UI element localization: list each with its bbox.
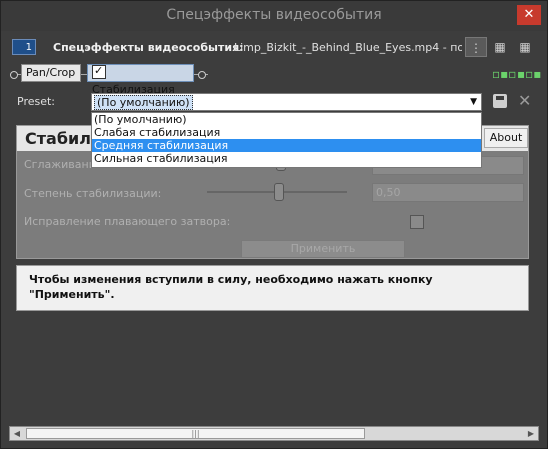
strength-value-field[interactable]: 0,50: [372, 183, 524, 202]
dropdown-arrow-icon[interactable]: ▼: [470, 94, 477, 110]
grid-view-icon[interactable]: ▦: [489, 37, 511, 57]
save-preset-icon[interactable]: [493, 94, 507, 108]
about-button[interactable]: About: [484, 128, 528, 148]
preset-label: Preset:: [17, 95, 56, 108]
plugin-stabilization[interactable]: Стабилизация: [87, 63, 194, 96]
plugin-chain-icon[interactable]: ▫▪▫: [492, 67, 516, 81]
plugin-pan-crop[interactable]: Pan/Crop: [21, 64, 81, 82]
preset-selected-value: (По умолчанию): [94, 95, 193, 110]
chain-start-node: [10, 71, 18, 79]
preset-dropdown-list: (По умолчанию) Слабая стабилизация Средн…: [91, 112, 482, 168]
window-title: Спецэффекты видеособытия: [166, 7, 382, 23]
preset-option[interactable]: Слабая стабилизация: [92, 126, 481, 139]
apply-button[interactable]: Применить: [241, 240, 405, 258]
plugin-chain-add-icon[interactable]: ▪▫▪: [517, 67, 541, 81]
video-event-badge[interactable]: 1: [12, 39, 36, 55]
preset-dropdown[interactable]: (По умолчанию) ▼: [91, 93, 482, 111]
strength-label: Степень стабилизации:: [24, 187, 162, 200]
rolling-shutter-label: Исправление плавающего затвора:: [24, 215, 231, 228]
apply-note: Чтобы изменения вступили в силу, необход…: [16, 265, 529, 311]
plugin-chain: Pan/Crop Стабилизация: [10, 63, 480, 96]
fx-header: 1 Спецэффекты видеособытия: Limp_Bizkit_…: [9, 37, 543, 59]
scroll-thumb[interactable]: |||: [26, 428, 365, 439]
fx-header-file: Limp_Bizkit_-_Behind_Blue_Eyes.mp4 - под: [234, 41, 462, 54]
preset-option[interactable]: (По умолчанию): [92, 113, 481, 126]
delete-preset-icon[interactable]: ✕: [518, 91, 531, 110]
preset-option-highlighted[interactable]: Средняя стабилизация: [92, 139, 481, 152]
fx-header-label: Спецэффекты видеособытия:: [53, 41, 244, 54]
chain-end-node: [198, 71, 206, 79]
stabilization-window: Спецэффекты видеособытия ✕ 1 Спецэффекты…: [0, 0, 548, 449]
horizontal-scrollbar[interactable]: ◀ ||| ▶: [9, 426, 539, 441]
plugin-enabled-checkbox[interactable]: [92, 63, 106, 79]
scroll-left-icon[interactable]: ◀: [10, 427, 24, 440]
window-close-button[interactable]: ✕: [517, 5, 541, 25]
strength-slider-thumb[interactable]: [274, 183, 284, 201]
list-view-icon[interactable]: ⋮: [465, 37, 487, 57]
preset-option[interactable]: Сильная стабилизация: [92, 152, 481, 165]
title-bar: Спецэффекты видеособытия ✕: [1, 1, 547, 31]
rolling-shutter-checkbox[interactable]: [410, 215, 424, 229]
grid-large-view-icon[interactable]: ▦: [514, 37, 536, 57]
scroll-right-icon[interactable]: ▶: [524, 427, 538, 440]
